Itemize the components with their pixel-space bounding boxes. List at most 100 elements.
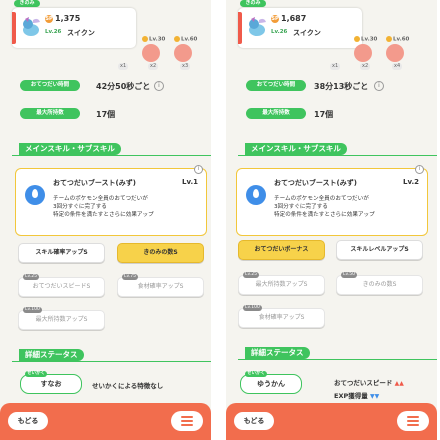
nature-up-label: おてつだいスピード [334, 379, 393, 387]
nature-up-stat: おてつだいスピード ▲▲ [334, 377, 404, 387]
hamburger-icon [407, 420, 419, 422]
nature-label: せいかく [245, 371, 267, 377]
menu-button[interactable] [397, 411, 429, 431]
section-status-header: 詳細ステータス [12, 349, 211, 362]
up-arrow-icon: ▲▲ [394, 380, 404, 387]
down-arrow-icon: ▼▼ [369, 393, 380, 400]
main-skill-card[interactable]: i おてつだいブースト(みず) Lv.1 チームのポケモン全員のおてつだいが 3… [15, 165, 207, 236]
hamburger-icon [181, 420, 193, 422]
sp-value: 1,375 [55, 14, 81, 23]
sp-value: 1,687 [281, 14, 307, 23]
section-status-title: 詳細ステータス [245, 347, 310, 359]
subskill-unlock-level: Lv.50 [341, 272, 357, 278]
subskill-unlock-level: Lv.100 [243, 305, 262, 311]
suicune-sprite-icon [249, 17, 266, 36]
subskill-1[interactable]: スキル確率アップS [18, 243, 105, 263]
berry-icon-2 [174, 44, 192, 62]
subskill-2[interactable]: スキルレベルアップS [336, 240, 423, 260]
pokemon-name: スイクン [293, 29, 321, 37]
helper-time-value: 38分13秒ごと [314, 82, 369, 91]
berry-lv30-tag: Lv.30 [354, 36, 377, 43]
main-skill-level: Lv.1 [182, 178, 198, 186]
bottom-bar: もどる [226, 403, 437, 440]
water-drop-icon [246, 185, 266, 205]
pokemon-card: SP 1,687 Lv.26 スイクン [238, 8, 362, 48]
nature-tag[interactable]: せいかく ゆうかん [240, 371, 302, 394]
subskill-unlock-level: Lv.25 [243, 272, 259, 278]
main-skill-title: おてつだいブースト(みず) [53, 179, 136, 187]
subskill-label: 最大所持数アップS [255, 281, 308, 288]
back-button[interactable]: もどる [8, 412, 48, 430]
subskill-label: おてつだいスピードS [32, 283, 91, 290]
subskill-1[interactable]: おてつだいボーナス [238, 240, 325, 260]
card-accent [238, 12, 242, 44]
subskill-5[interactable]: Lv.100 最大所持数アップS [18, 307, 105, 330]
nature-down-stat: EXP獲得量 ▼▼ [334, 390, 379, 400]
sp-icon: SP [45, 15, 53, 23]
subskill-label: 食材確率アップS [137, 283, 184, 290]
main-skill-title: おてつだいブースト(みず) [274, 179, 357, 187]
info-icon[interactable]: i [415, 165, 424, 174]
suicune-sprite-icon [23, 17, 40, 36]
nature-label: せいかく [25, 371, 47, 377]
section-skill-title: メインスキル・サブスキル [19, 143, 121, 155]
berry-type-tag: きのみ [240, 0, 266, 7]
nature-value: すなお [40, 380, 62, 388]
section-skill-header: メインスキル・サブスキル [238, 143, 437, 156]
left-pokemon-detail-panel: きのみ SP 1,375 Lv.26 スイクン Lv.30 x2 Lv.60 x… [0, 0, 211, 440]
desc-line: 特定の条件を満たすとさらに効果アップ [274, 212, 375, 218]
subskill-4[interactable]: Lv.50 きのみの数S [336, 272, 423, 295]
main-skill-card[interactable]: i おてつだいブースト(みず) Lv.2 チームのポケモン全員のおてつだいが 3… [236, 165, 428, 236]
helper-time-label: おてつだい時間 [246, 80, 306, 91]
desc-line: 3回分すぐに完了する [274, 204, 328, 210]
subskill-5[interactable]: Lv.100 食材確率アップS [238, 305, 325, 328]
helper-time-value: 42分50秒ごと [96, 82, 151, 91]
subskill-unlock-level: Lv.75 [122, 274, 138, 280]
hamburger-icon [407, 416, 419, 418]
desc-line: 3回分すぐに完了する [53, 204, 107, 210]
card-accent [12, 12, 16, 44]
nature-value: ゆうかん [257, 380, 285, 388]
berry-lv60-tag: Lv.60 [174, 36, 197, 43]
panel-divider [211, 0, 226, 440]
item-count: x1 [330, 63, 341, 70]
subskill-3[interactable]: Lv.25 最大所持数アップS [238, 272, 325, 295]
max-items-value: 17個 [96, 110, 116, 119]
back-button[interactable]: もどる [234, 412, 274, 430]
desc-line: 特定の条件を満たすとさらに効果アップ [53, 212, 154, 218]
max-items-label: 最大所持数 [20, 108, 80, 119]
helper-time-label: おてつだい時間 [20, 80, 80, 91]
hamburger-icon [181, 424, 193, 426]
subskill-4[interactable]: Lv.75 食材確率アップS [117, 274, 204, 297]
berry-icon [142, 44, 160, 62]
nature-tag[interactable]: せいかく すなお [20, 371, 82, 394]
info-icon[interactable]: i [154, 81, 164, 91]
section-skill-title: メインスキル・サブスキル [245, 143, 347, 155]
berry-count: x2 [360, 63, 371, 70]
info-icon[interactable]: i [374, 81, 384, 91]
subskill-unlock-level: Lv.25 [23, 274, 39, 280]
hamburger-icon [181, 416, 193, 418]
water-drop-icon [25, 185, 45, 205]
nature-down-label: EXP獲得量 [334, 392, 368, 400]
subskill-label: 最大所持数アップS [35, 316, 88, 323]
subskill-3[interactable]: Lv.25 おてつだいスピードS [18, 274, 105, 297]
main-skill-description: チームのポケモン全員のおてつだいが 3回分すぐに完了する 特定の条件を満たすとさ… [53, 195, 154, 219]
berry-lv60-tag: Lv.60 [386, 36, 409, 43]
right-pokemon-detail-panel: きのみ SP 1,687 Lv.26 スイクン Lv.30 x2 Lv.60 x… [226, 0, 437, 440]
pokemon-level: Lv.26 [271, 29, 288, 35]
desc-line: チームのポケモン全員のおてつだいが [53, 196, 148, 202]
subskill-label: きのみの数S [362, 281, 397, 288]
hamburger-icon [407, 424, 419, 426]
pokemon-card: SP 1,375 Lv.26 スイクン [12, 8, 136, 48]
subskill-2[interactable]: きのみの数S [117, 243, 204, 263]
nature-description: せいかくによる特徴なし [92, 382, 164, 390]
berry-count: x2 [148, 63, 159, 70]
section-skill-header: メインスキル・サブスキル [12, 143, 211, 156]
menu-button[interactable] [171, 411, 203, 431]
berry-count-2: x4 [392, 63, 403, 70]
info-icon[interactable]: i [194, 165, 203, 174]
desc-line: チームのポケモン全員のおてつだいが [274, 196, 369, 202]
berry-type-tag: きのみ [14, 0, 40, 7]
subskill-unlock-level: Lv.100 [23, 307, 42, 313]
